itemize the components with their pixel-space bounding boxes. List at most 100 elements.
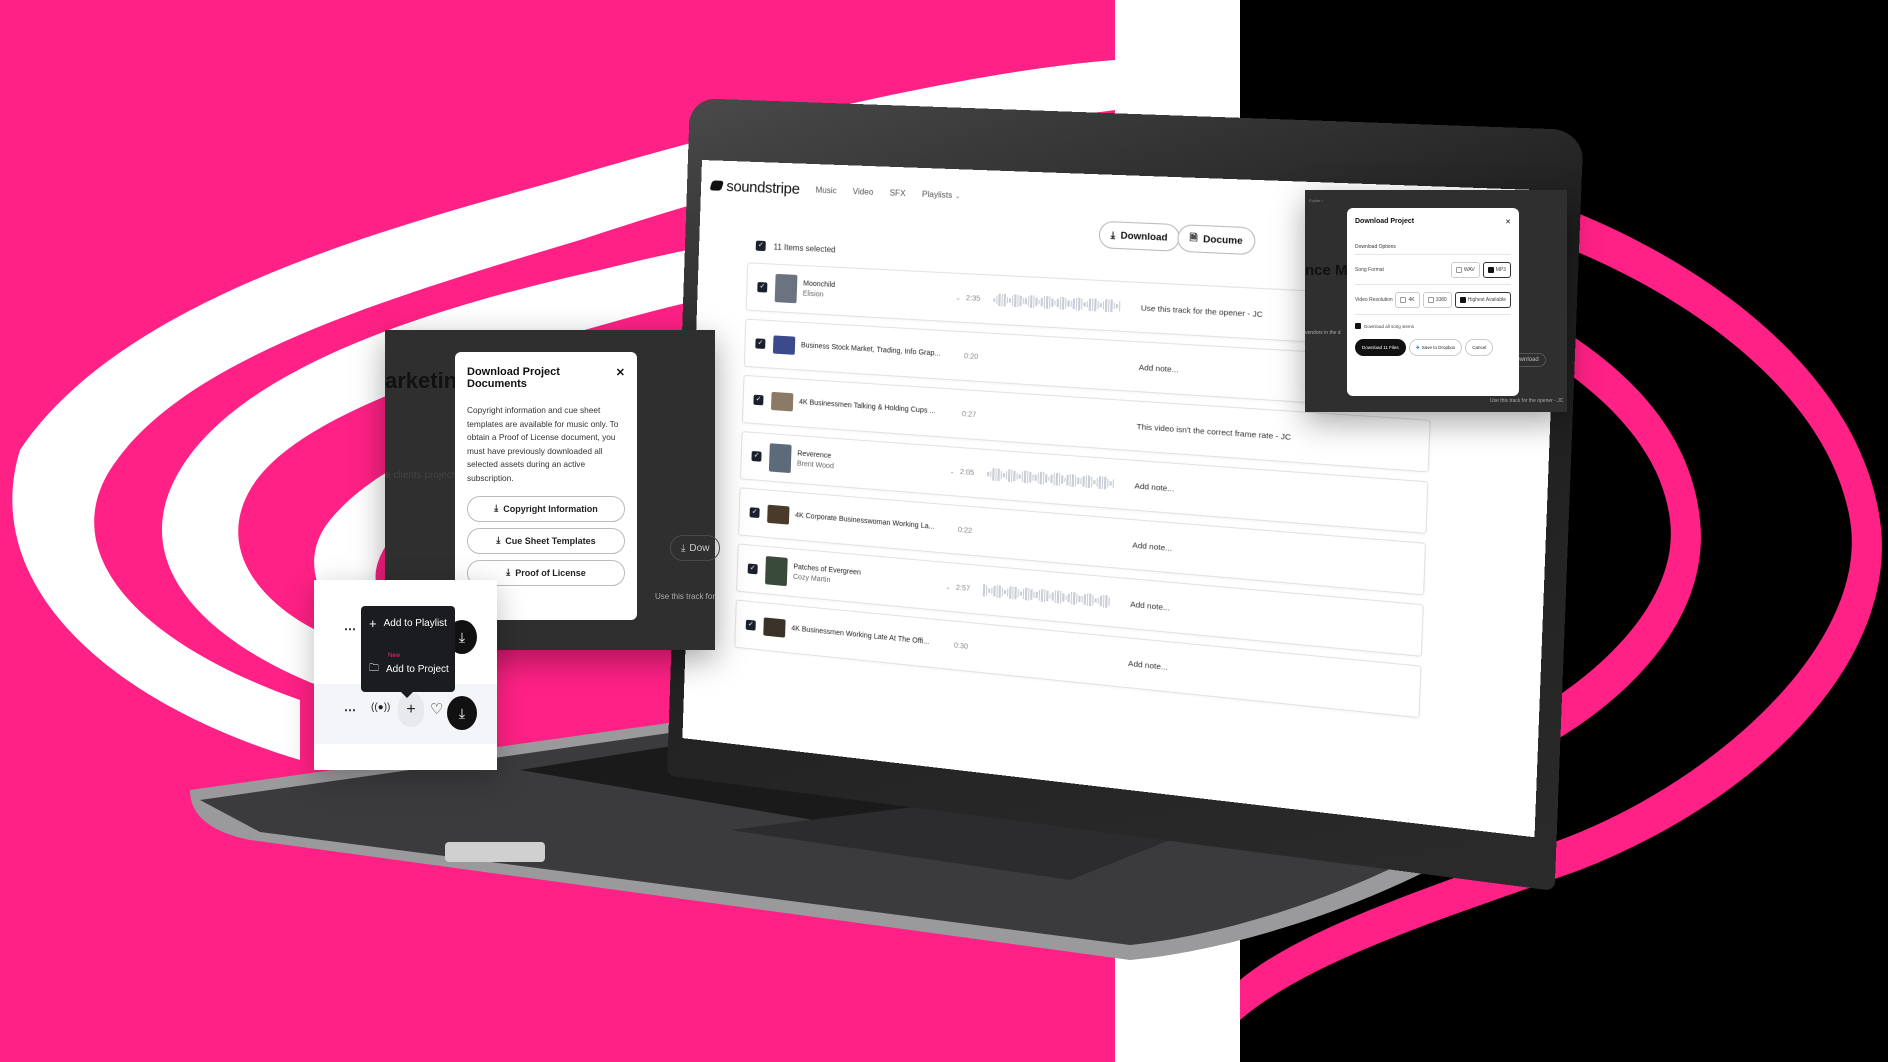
asset-title[interactable]: Reverence	[797, 450, 831, 460]
waveform-bar	[1096, 300, 1099, 310]
waveform-bar	[1008, 298, 1011, 303]
option-checkbox[interactable]	[1427, 296, 1434, 303]
row-checkbox[interactable]: ✓	[745, 619, 756, 631]
asset-title[interactable]: 4K Businessmen Talking & Holding Cups ..…	[799, 399, 936, 416]
option-highest-available[interactable]: Highest Available	[1454, 291, 1511, 308]
waveform-bar	[1064, 595, 1067, 600]
asset-note[interactable]: Add note...	[1134, 480, 1174, 493]
video-resolution-row: Video Resolution 4K 1080 Highest Available	[1355, 285, 1511, 315]
asset-note[interactable]: This video isn't the correct frame rate …	[1136, 421, 1291, 441]
download-button-label: Download	[1120, 230, 1168, 243]
row-checkbox[interactable]: ✓	[751, 450, 762, 462]
waveform-bar	[1034, 474, 1037, 481]
waveform[interactable]	[986, 467, 1115, 491]
more-icon[interactable]: ⋯	[344, 622, 356, 636]
asset-title[interactable]: Moonchild	[803, 280, 835, 289]
cue-sheet-templates-button[interactable]: ⤓ Cue Sheet Templates	[467, 527, 625, 554]
asset-thumbnail	[774, 273, 798, 304]
asset-note[interactable]: Add note...	[1132, 540, 1172, 553]
close-icon[interactable]: ✕	[616, 366, 625, 390]
waveform-bar	[1032, 591, 1035, 598]
waveform-bar	[1029, 472, 1031, 483]
option-4k[interactable]: 4K	[1395, 291, 1420, 308]
asset-duration: 2:57	[955, 583, 971, 593]
row-checkbox[interactable]: ✓	[753, 394, 764, 406]
asset-title-block: Reverence Brent Wood	[797, 449, 950, 481]
waveform-bar	[1051, 592, 1054, 601]
asset-thumbnail	[763, 617, 786, 638]
asset-note[interactable]: Add note...	[1130, 599, 1170, 612]
asset-note[interactable]: Use this track for the opener - JC	[1141, 303, 1263, 319]
cancel-button[interactable]: Cancel	[1465, 339, 1494, 356]
waveform-bar	[1106, 478, 1109, 488]
chevron-down-icon[interactable]: ⌄	[955, 294, 966, 302]
asset-title[interactable]: 4K Businessmen Working Late At The Offi.…	[791, 625, 929, 646]
stems-checkbox[interactable]	[1355, 323, 1361, 329]
nav-video[interactable]: Video	[853, 186, 874, 196]
add-to-playlist-item[interactable]: + Add to Playlist	[369, 616, 447, 631]
asset-note[interactable]: Add note...	[1139, 362, 1179, 374]
waveform-bar	[1093, 479, 1096, 485]
heart-icon[interactable]: ♡	[430, 700, 443, 718]
waveform[interactable]	[982, 583, 1111, 609]
asset-artist[interactable]: Brent Wood	[797, 459, 950, 481]
plus-icon[interactable]: +	[398, 693, 424, 727]
soundstripe-logo[interactable]: soundstripe	[709, 177, 800, 197]
song-stems-option[interactable]: Download all song stems	[1355, 323, 1511, 329]
waveform-bar	[1067, 300, 1070, 307]
option-checkbox[interactable]	[1487, 266, 1494, 273]
background-note: Use this track for	[655, 592, 716, 601]
download-project-modal: Download Project ✕ Download Options Song…	[1347, 208, 1519, 396]
asset-thumbnail	[767, 504, 790, 525]
waveform-bar	[1113, 302, 1115, 310]
option-1080[interactable]: 1080	[1422, 291, 1452, 308]
close-icon[interactable]: ✕	[1505, 218, 1511, 226]
waveform-bar	[1038, 299, 1040, 304]
asset-duration: 0:27	[961, 410, 977, 419]
row-checkbox[interactable]: ✓	[757, 281, 768, 293]
save-to-dropbox-button[interactable]: ❖ Save to Dropbox	[1408, 339, 1463, 356]
asset-artist[interactable]: Cozy Martin	[793, 573, 946, 597]
download-files-button[interactable]: Download 11 Files	[1355, 339, 1406, 356]
background-breadcrumb: Folder /	[1309, 198, 1323, 203]
option-checkbox[interactable]	[1455, 266, 1462, 273]
asset-artist[interactable]: Elision	[803, 289, 956, 307]
asset-duration: 2:35	[965, 294, 981, 303]
video-resolution-label: Video Resolution	[1355, 296, 1393, 303]
broadcast-icon[interactable]: ((●))	[371, 702, 390, 713]
option-checkbox[interactable]	[1459, 296, 1466, 303]
add-to-project-item[interactable]: New 🗀 Add to Project	[369, 653, 449, 678]
row-checkbox[interactable]: ✓	[747, 563, 758, 575]
song-format-options: WAV MP3	[1450, 261, 1511, 278]
waveform-bar	[1019, 591, 1022, 596]
chevron-down-icon[interactable]: ⌄	[945, 583, 956, 591]
asset-title[interactable]: 4K Corporate Businesswoman Working La...	[795, 512, 935, 531]
background-download-label: Dow	[689, 542, 710, 554]
download-circle-button[interactable]: ⤓	[447, 696, 477, 730]
waveform-bar	[1063, 477, 1066, 483]
download-button[interactable]: ⤓ Download	[1098, 220, 1181, 252]
waveform-bar	[1031, 474, 1034, 481]
download-icon: ⤓	[458, 704, 466, 721]
option-wav[interactable]: WAV	[1450, 261, 1480, 278]
download-icon: ⤓	[496, 535, 501, 546]
asset-title[interactable]: Business Stock Market, Trading, Info Gra…	[801, 342, 941, 358]
waveform[interactable]	[993, 292, 1122, 313]
waveform-bar	[1090, 476, 1093, 487]
nav-sfx[interactable]: SFX	[889, 188, 905, 198]
add-to-playlist-label: Add to Playlist	[383, 618, 447, 629]
row-checkbox[interactable]: ✓	[749, 507, 760, 519]
option-mp3[interactable]: MP3	[1482, 261, 1511, 278]
chevron-down-icon[interactable]: ⌄	[949, 467, 960, 476]
row-checkbox[interactable]: ✓	[755, 338, 766, 350]
nav-music[interactable]: Music	[815, 185, 836, 195]
nav-playlists[interactable]: Playlists ⌄	[922, 189, 961, 200]
asset-thumbnail	[770, 391, 794, 412]
documents-button[interactable]: 🗎 Docume	[1176, 224, 1256, 256]
copyright-information-button[interactable]: ⤓ Copyright Information	[467, 495, 625, 522]
waveform-bar	[1022, 588, 1025, 599]
asset-note[interactable]: Add note...	[1128, 658, 1168, 671]
option-checkbox[interactable]	[1400, 296, 1407, 303]
more-icon[interactable]: ⋯	[344, 703, 356, 717]
select-all-checkbox[interactable]: ✓	[755, 240, 766, 252]
